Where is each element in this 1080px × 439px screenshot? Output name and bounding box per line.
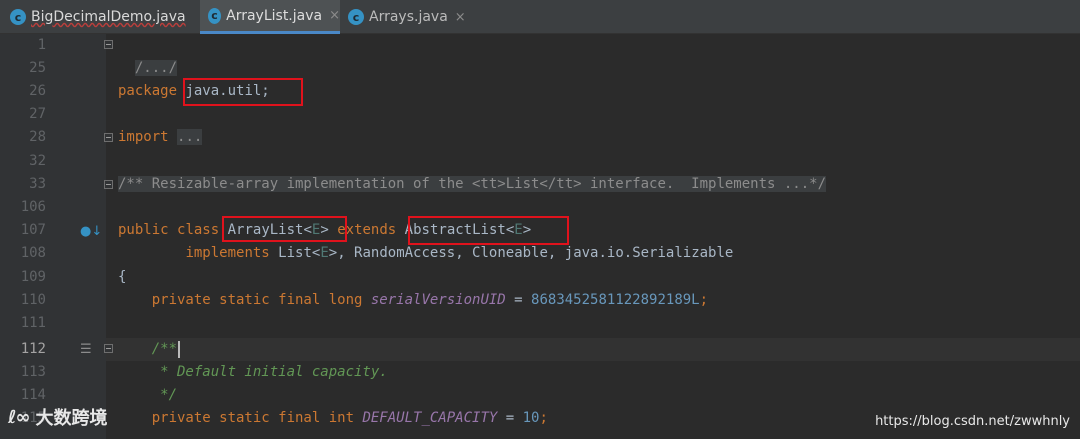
close-icon[interactable]: × [329, 8, 340, 23]
line-number: 32 [29, 153, 46, 169]
punct: = [497, 410, 523, 426]
folded-header[interactable]: /.../ [134, 60, 178, 76]
field-name: serialVersionUID [370, 292, 506, 308]
brand-logo-icon: ℓ∞ [8, 406, 31, 428]
watermark-url: https://blog.csdn.net/zwwhnly [875, 414, 1070, 429]
interface-list: >, RandomAccess, Cloneable, java.io.Seri… [328, 245, 734, 261]
code-line-115[interactable]: private static final int DEFAULT_CAPACIT… [118, 407, 548, 430]
java-class-icon: c [208, 7, 222, 24]
keyword: import [118, 129, 169, 145]
line-number: 111 [20, 315, 46, 331]
tab-label: BigDecimalDemo.java [31, 9, 186, 25]
line-number: 1 [37, 37, 46, 53]
line-number: 109 [20, 269, 46, 285]
tab-arrays[interactable]: c Arrays.java × [348, 0, 473, 34]
code-line-114[interactable]: */ [118, 384, 177, 407]
number-literal: 10 [522, 410, 540, 426]
code-line-108[interactable]: implements List<E>, RandomAccess, Clonea… [118, 242, 733, 265]
brace: { [118, 269, 127, 285]
text-caret [178, 340, 181, 358]
implemented-override-icon[interactable]: ●↓ [80, 224, 102, 239]
field-name: DEFAULT_CAPACITY [362, 410, 498, 426]
java-class-icon: c [10, 9, 26, 25]
doc-render-icon[interactable]: ☰ [80, 342, 92, 357]
line-number: 110 [20, 292, 46, 308]
line-number: 33 [29, 176, 46, 192]
line-number: 26 [29, 83, 46, 99]
line-number: 25 [29, 60, 46, 76]
editor-tab-bar: c BigDecimalDemo.java c ArrayList.java ×… [0, 0, 1080, 34]
line-number: 27 [29, 106, 46, 122]
brand-name: 大数跨境 [35, 408, 108, 429]
tab-label: Arrays.java [369, 9, 448, 25]
fold-toggle-icon[interactable] [104, 133, 113, 142]
number-literal: 8683452581122892189L [531, 292, 700, 308]
annotation-box-package [183, 78, 303, 106]
tab-arraylist[interactable]: c ArrayList.java × [200, 0, 340, 34]
line-number: 107 [20, 222, 46, 238]
folded-doc-comment[interactable]: /** Resizable-array implementation of th… [118, 176, 827, 192]
code-line-33[interactable]: /** Resizable-array implementation of th… [118, 173, 827, 196]
keyword: class [177, 222, 220, 238]
fold-toggle-icon[interactable] [104, 344, 113, 353]
folded-imports[interactable]: ... [177, 129, 203, 145]
doc-comment: /** [151, 341, 178, 357]
keyword: private static final int [151, 410, 355, 426]
annotation-box-superclass [408, 216, 569, 245]
keyword: public [118, 222, 169, 238]
annotation-box-classname [222, 216, 347, 242]
fold-toggle-icon[interactable] [104, 40, 113, 49]
tab-bigdecimaldemo[interactable]: c BigDecimalDemo.java [10, 0, 200, 34]
line-number: 112 [20, 341, 46, 357]
interface-name: List< [278, 245, 321, 261]
java-class-icon: c [348, 9, 364, 25]
code-line-28[interactable]: import ... [118, 126, 203, 149]
line-number: 108 [20, 245, 46, 261]
type-param: E [320, 245, 329, 261]
keyword: implements [185, 245, 270, 261]
line-number: 106 [20, 199, 46, 215]
code-line-1[interactable]: /.../ [118, 34, 178, 80]
tab-label: ArrayList.java [226, 7, 323, 24]
keyword: private static final long [151, 292, 363, 308]
doc-comment: */ [151, 387, 178, 403]
code-line-110[interactable]: private static final long serialVersionU… [118, 289, 708, 312]
watermark-brand: ℓ∞ 大数跨境 [8, 404, 107, 430]
code-line-113[interactable]: * Default initial capacity. [118, 361, 388, 384]
line-number: 28 [29, 129, 46, 145]
code-line-109[interactable]: { [118, 266, 126, 289]
punct: ; [699, 292, 709, 308]
punct: = [505, 292, 532, 308]
code-line-112[interactable]: /** [118, 338, 181, 361]
keyword: package [118, 83, 178, 99]
punct: ; [539, 410, 548, 426]
line-number: 113 [20, 364, 46, 380]
fold-toggle-icon[interactable] [104, 180, 113, 189]
current-line-highlight [106, 338, 1080, 361]
doc-comment: * Default initial capacity. [151, 364, 388, 380]
close-icon[interactable]: × [455, 10, 466, 25]
